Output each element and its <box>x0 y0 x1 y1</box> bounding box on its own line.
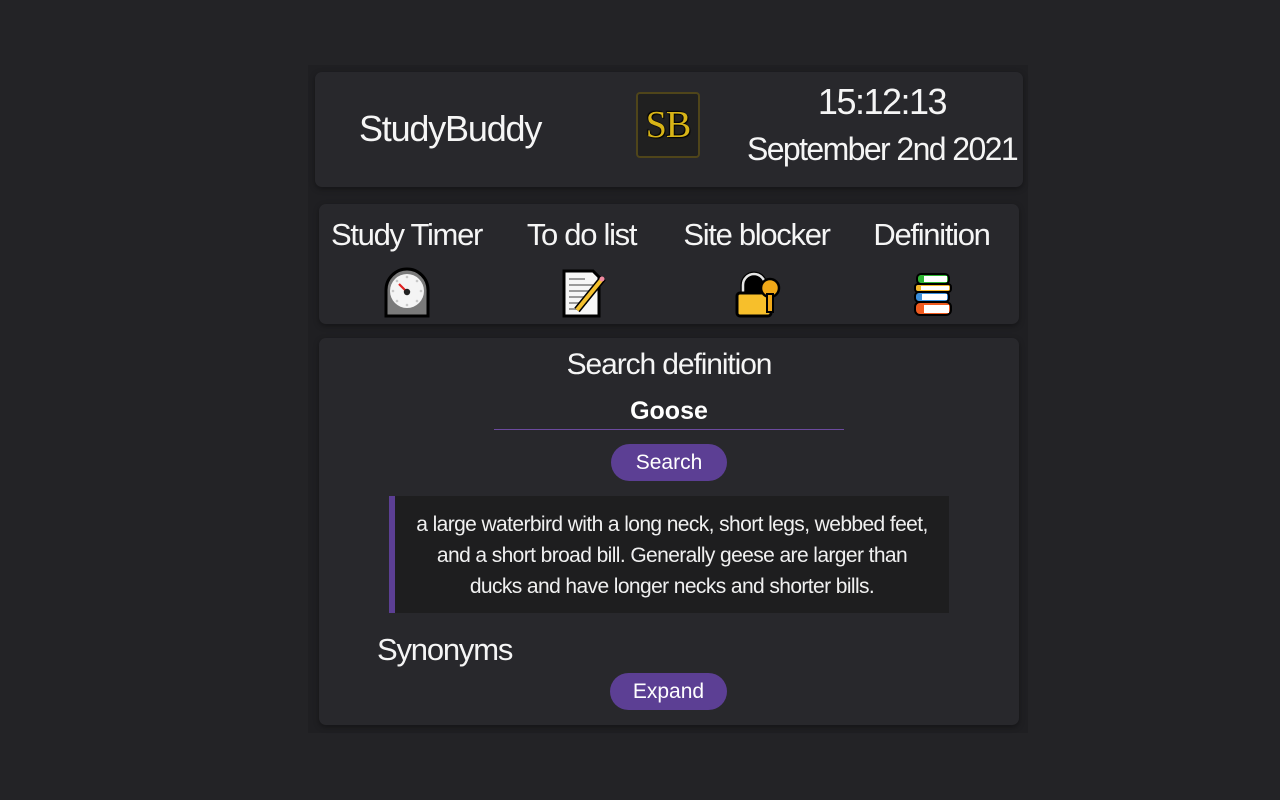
mantelpiece-clock-icon <box>384 267 429 318</box>
feature-nav: Study Timer To do list Site blocker Defi… <box>319 204 1019 324</box>
nav-label: Definition <box>873 217 991 252</box>
nav-label: To do list <box>526 217 638 252</box>
books-icon <box>913 273 952 316</box>
nav-item-study-timer[interactable]: Study Timer <box>319 214 494 320</box>
app-title: StudyBuddy <box>359 108 542 149</box>
nav-label: Study Timer <box>330 217 483 252</box>
synonyms-title: Synonyms <box>377 632 513 667</box>
clock: 15:12:13 September 2nd 2021 <box>745 80 1019 174</box>
memo-pencil-icon <box>562 269 606 318</box>
nav-item-definition[interactable]: Definition <box>844 214 1019 320</box>
current-date: September 2nd 2021 <box>746 131 1019 167</box>
definition-result: a large waterbird with a long neck, shor… <box>389 496 949 613</box>
nav-label: Site blocker <box>683 217 831 252</box>
expand-synonyms-button[interactable]: Expand <box>610 673 727 710</box>
search-input[interactable] <box>494 394 844 430</box>
nav-item-site-blocker[interactable]: Site blocker <box>669 214 844 320</box>
nav-item-to-do-list[interactable]: To do list <box>494 214 669 320</box>
logo: SB <box>636 92 700 158</box>
header-panel: StudyBuddy SB 15:12:13 September 2nd 202… <box>315 72 1023 187</box>
popup-container: StudyBuddy SB 15:12:13 September 2nd 202… <box>308 65 1028 733</box>
search-button[interactable]: Search <box>611 444 727 481</box>
lock-with-key-icon <box>735 271 780 318</box>
current-time: 15:12:13 <box>817 81 948 122</box>
definition-title: Search definition <box>566 348 773 381</box>
definition-panel: Search definition Search a large waterbi… <box>319 338 1019 725</box>
